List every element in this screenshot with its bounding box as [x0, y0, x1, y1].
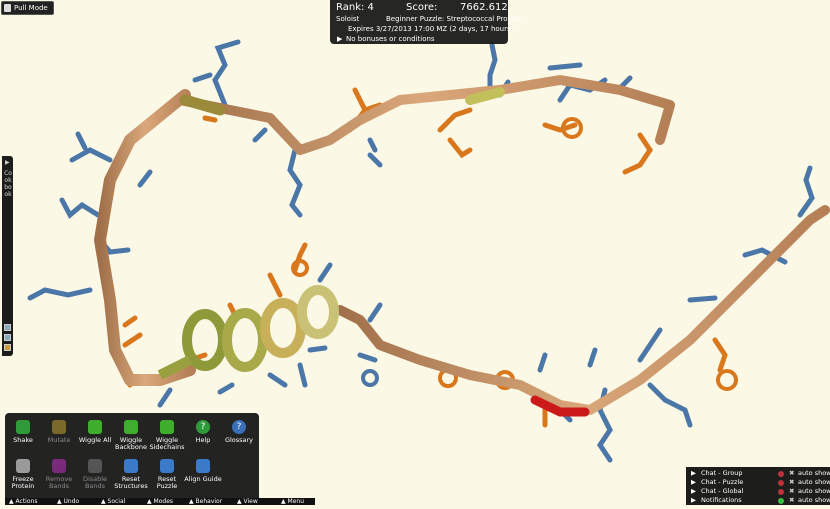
action-label: Align Guide — [184, 475, 222, 483]
shake-icon — [16, 420, 30, 434]
action-label: Shake — [13, 436, 33, 444]
glossary-icon: ? — [232, 420, 246, 434]
pull-mode-label: Pull Mode — [14, 4, 48, 12]
tab-label: Modes — [153, 498, 174, 505]
mutate-button[interactable]: Mutate — [39, 420, 79, 444]
action-label: Disable Bands — [82, 475, 108, 490]
bottom-tab-bar: ▲ Actions ▲ Undo ▲ Social ▲ Modes ▲ Behavior… — [5, 498, 315, 505]
actions-panel: Shake Mutate Wiggle All Wiggle Backbone Wigg… — [5, 413, 259, 499]
action-label: Remove Bands — [45, 475, 73, 490]
score-panel: Rank: 4 Score: 7662.612 Soloist Beginner… — [330, 0, 521, 44]
tab-label: Actions — [15, 498, 38, 505]
conditions-text[interactable]: No bonuses or conditions — [346, 35, 435, 43]
shake-button[interactable]: Shake — [3, 420, 43, 444]
chat-label: Chat - Group — [701, 469, 743, 477]
close-icon[interactable]: ✖ — [789, 487, 794, 495]
reset-structures-icon — [124, 459, 138, 473]
action-label: Wiggle Backbone — [114, 436, 147, 451]
remove-bands-button[interactable]: Remove Bands — [39, 459, 79, 490]
wiggle-all-icon — [88, 420, 102, 434]
reset-structures-button[interactable]: Reset Structures — [111, 459, 151, 490]
help-button[interactable]: ? Help — [183, 420, 223, 444]
player-mode: Soloist — [336, 15, 360, 23]
lock-icon — [16, 459, 30, 473]
action-label: Reset Structures — [114, 475, 148, 490]
tab-label: Behavior — [195, 498, 223, 505]
tab-label: View — [243, 498, 258, 505]
lock-icon — [778, 471, 784, 477]
action-label: Mutate — [47, 436, 71, 444]
close-icon[interactable]: ✖ — [789, 496, 794, 504]
tab-label: Social — [107, 498, 126, 505]
expand-arrow-icon: ▶ — [691, 487, 696, 495]
tab-modes[interactable]: ▲ Modes — [147, 498, 173, 505]
chat-label: Notifications — [701, 496, 742, 504]
wiggle-sidechains-button[interactable]: Wiggle Sidechains — [147, 420, 187, 451]
help-icon: ? — [196, 420, 210, 434]
tab-label: Menu — [287, 498, 305, 505]
recipe-icon[interactable] — [4, 334, 11, 341]
puzzle-name: Beginner Puzzle: Streptococcal Protein — [386, 15, 522, 23]
disable-bands-button[interactable]: Disable Bands — [75, 459, 115, 490]
pull-mode-icon — [4, 4, 11, 12]
close-icon[interactable]: ✖ — [789, 478, 794, 486]
expand-arrow-icon: ▶ — [5, 159, 10, 166]
reset-puzzle-button[interactable]: Reset Puzzle — [147, 459, 187, 490]
tab-menu[interactable]: ▲ Menu — [281, 498, 304, 505]
align-guide-button[interactable]: Align Guide — [183, 459, 223, 483]
tab-behavior[interactable]: ▲ Behavior — [189, 498, 222, 505]
tab-undo[interactable]: ▲ Undo — [57, 498, 79, 505]
lock-icon — [778, 498, 784, 504]
hydrophilic-sidechains — [27, 39, 815, 463]
auto-show-toggle[interactable]: auto show — [798, 478, 830, 486]
cookbook-tab[interactable]: ▶ Cookbook — [2, 156, 13, 356]
auto-show-toggle[interactable]: auto show — [798, 469, 830, 477]
close-icon[interactable]: ✖ — [789, 469, 794, 477]
recipe-icon[interactable] — [4, 344, 11, 351]
recipe-icon[interactable] — [4, 324, 11, 331]
freeze-protein-button[interactable]: Freeze Protein — [3, 459, 43, 490]
reset-puzzle-icon — [160, 459, 174, 473]
disable-bands-icon — [88, 459, 102, 473]
remove-bands-icon — [52, 459, 66, 473]
lock-icon — [778, 480, 784, 486]
tab-label: Undo — [63, 498, 80, 505]
tab-actions[interactable]: ▲ Actions — [9, 498, 37, 505]
chat-panel: ▶ Chat - Group ✖ auto show ▶ Chat - Puzzle ✖ au… — [686, 467, 830, 505]
expand-arrow-icon: ▶ — [691, 496, 696, 504]
tab-view[interactable]: ▲ View — [237, 498, 258, 505]
align-guide-icon — [196, 459, 210, 473]
auto-show-toggle[interactable]: auto show — [798, 487, 830, 495]
expand-arrow-icon[interactable]: ▶ — [337, 35, 342, 43]
score-label: Score: — [406, 2, 438, 13]
ring-sidechain — [716, 369, 738, 391]
hydrophobic-sidechains — [122, 87, 728, 428]
wiggle-all-button[interactable]: Wiggle All — [75, 420, 115, 444]
action-label: Wiggle All — [78, 436, 112, 444]
glossary-button[interactable]: ? Glossary — [219, 420, 259, 444]
expand-arrow-icon: ▶ — [691, 469, 696, 477]
auto-show-toggle[interactable]: auto show — [798, 496, 830, 504]
wiggle-backbone-icon — [124, 420, 138, 434]
helix-coils[interactable] — [157, 285, 339, 380]
rank-label: Rank: 4 — [336, 2, 374, 13]
expand-arrow-icon: ▶ — [691, 478, 696, 486]
pull-mode-button[interactable]: Pull Mode — [1, 1, 54, 15]
wiggle-backbone-button[interactable]: Wiggle Backbone — [111, 420, 151, 451]
action-label: Glossary — [224, 436, 254, 444]
tab-social[interactable]: ▲ Social — [101, 498, 125, 505]
expiry-time: Expires 3/27/2013 17:00 MZ (2 days, 17 h… — [348, 25, 514, 33]
action-label: Freeze Protein — [11, 475, 35, 490]
ring-sidechain — [361, 369, 379, 387]
chat-label: Chat - Global — [701, 487, 744, 495]
wiggle-sidechains-icon — [160, 420, 174, 434]
chat-label: Chat - Puzzle — [701, 478, 744, 486]
action-label: Wiggle Sidechains — [149, 436, 185, 451]
lock-icon — [778, 489, 784, 495]
action-label: Help — [195, 436, 211, 444]
score-value: 7662.612 — [460, 2, 508, 13]
mutate-icon — [52, 420, 66, 434]
action-label: Reset Puzzle — [156, 475, 178, 490]
cookbook-label: Cookbook — [4, 170, 12, 198]
